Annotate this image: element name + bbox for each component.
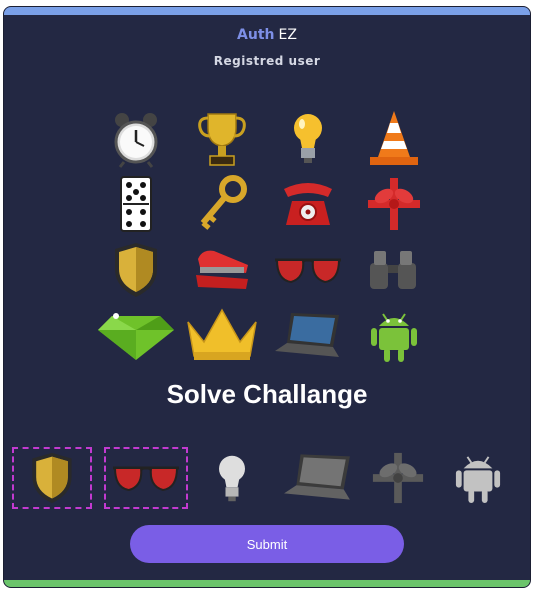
android-icon — [371, 313, 417, 362]
grid-cell-alarm-clock[interactable] — [96, 107, 176, 169]
grid-cell-diamond[interactable] — [96, 305, 176, 367]
submit-button[interactable]: Submit — [130, 525, 404, 563]
crown-icon — [187, 308, 257, 360]
shield-icon — [32, 452, 72, 504]
grid-cell-traffic-cone[interactable] — [354, 107, 434, 169]
sunglasses-icon — [113, 466, 179, 492]
grid-cell-lightbulb[interactable] — [268, 107, 348, 169]
auth-card: Auth EZ Registred user Solve Challange S… — [3, 6, 531, 588]
gift-bow-icon — [368, 178, 420, 230]
answer-slot-android[interactable] — [438, 447, 518, 509]
user-status-subtitle: Registred user — [213, 54, 321, 68]
grid-cell-laptop[interactable] — [268, 305, 348, 367]
top-accent-bar — [4, 7, 530, 15]
laptop-icon — [275, 313, 339, 357]
alarm-clock-icon — [114, 113, 158, 168]
lightbulb-icon — [219, 455, 245, 502]
grid-cell-crown[interactable] — [182, 305, 262, 367]
grid-cell-telephone[interactable] — [268, 173, 348, 235]
grid-cell-domino[interactable] — [96, 173, 176, 235]
answer-slot-lightbulb[interactable] — [192, 447, 272, 509]
traffic-cone-icon — [370, 111, 418, 165]
key-icon — [200, 175, 247, 230]
lightbulb-icon — [294, 114, 322, 163]
stapler-icon — [196, 250, 248, 289]
bottom-accent-bar — [4, 580, 530, 587]
answer-slot-gift-bow[interactable] — [358, 447, 438, 509]
brand-title: Auth EZ — [4, 27, 530, 43]
grid-cell-shield[interactable] — [96, 239, 176, 301]
icon-challenge-grid — [96, 107, 436, 363]
laptop-icon — [284, 454, 350, 500]
grid-cell-android[interactable] — [354, 305, 434, 367]
answer-slot-sunglasses[interactable] — [104, 447, 188, 509]
shield-icon — [115, 243, 157, 297]
answer-slot-laptop[interactable] — [278, 447, 358, 509]
challenge-title: Solve Challange — [166, 379, 368, 409]
grid-cell-stapler[interactable] — [182, 239, 262, 301]
answer-slot-shield[interactable] — [12, 447, 92, 509]
grid-cell-sunglasses[interactable] — [268, 239, 348, 301]
trophy-icon — [198, 113, 246, 166]
grid-cell-binoculars[interactable] — [354, 239, 434, 301]
domino-icon — [120, 176, 152, 232]
binoculars-icon — [370, 251, 416, 289]
brand-main-text: EZ — [278, 27, 297, 43]
sunglasses-icon — [275, 258, 341, 284]
grid-cell-key[interactable] — [182, 173, 262, 235]
diamond-icon — [98, 313, 174, 360]
telephone-icon — [284, 183, 332, 225]
grid-cell-gift-bow[interactable] — [354, 173, 434, 235]
grid-cell-trophy[interactable] — [182, 107, 262, 169]
android-icon — [455, 456, 501, 503]
brand-accent-text: Auth — [237, 27, 275, 43]
answer-slots — [12, 447, 524, 515]
gift-bow-icon — [372, 452, 424, 504]
